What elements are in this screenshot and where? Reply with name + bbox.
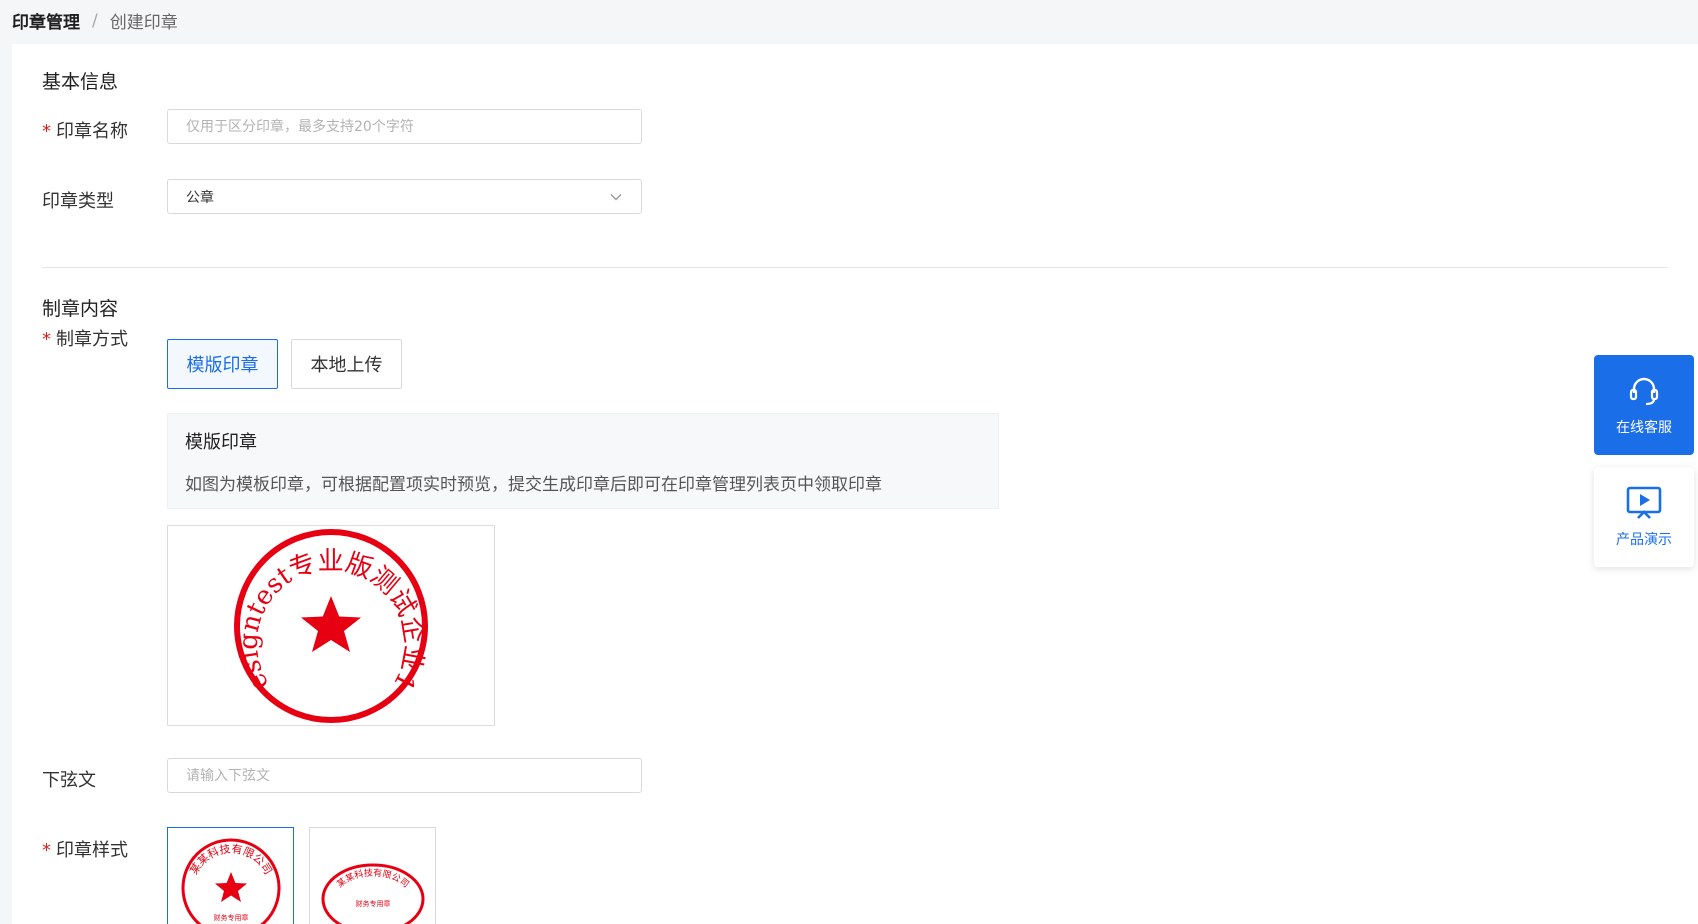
template-info-box: 模版印章 如图为模板印章，可根据配置项实时预览，提交生成印章后即可在印章管理列表…: [167, 413, 999, 509]
presentation-icon: [1626, 486, 1662, 519]
lower-text-label: 下弦文: [42, 770, 96, 791]
template-seal-button[interactable]: 模版印章: [167, 339, 278, 389]
required-mark: *: [42, 121, 51, 142]
round-seal-thumbnail: 某某科技有限公司 财务专用章: [181, 838, 280, 924]
product-demo-button[interactable]: 产品演示: [1594, 467, 1694, 567]
star-icon: [301, 595, 361, 652]
seal-style-round[interactable]: 某某科技有限公司 财务专用章: [167, 827, 294, 924]
headset-icon: [1629, 377, 1659, 406]
product-demo-label: 产品演示: [1616, 532, 1672, 548]
seal-type-value: 公章: [186, 189, 214, 206]
star-icon: [214, 872, 247, 902]
seal-preview: esigntest专业版测试企业1: [167, 525, 495, 726]
breadcrumb-seal-management[interactable]: 印章管理: [12, 8, 80, 33]
seal-style-label: * 印章样式: [42, 840, 128, 861]
form-card: 基本信息 *印章名称 印章类型 公章 制章内容 *制章方式 模版印章 本地上传 …: [12, 44, 1698, 924]
online-service-button[interactable]: 在线客服: [1594, 355, 1694, 455]
seal-name-input[interactable]: [167, 109, 642, 144]
breadcrumb-current: 创建印章: [109, 13, 178, 33]
required-mark: *: [42, 840, 51, 861]
seal-style-oval[interactable]: 某某科技有限公司 财务专用章: [309, 827, 436, 924]
svg-text:财务专用章: 财务专用章: [355, 899, 390, 908]
content-title: 制章内容: [42, 298, 119, 320]
oval-seal-thumbnail: 某某科技有限公司 财务专用章: [321, 863, 424, 924]
section-divider: [42, 267, 1668, 268]
seal-name-label: * 印章名称: [42, 121, 128, 142]
chevron-down-icon: [610, 193, 622, 200]
lower-text-input[interactable]: [167, 758, 642, 793]
svg-text:财务专用章: 财务专用章: [213, 913, 248, 922]
breadcrumb-separator: /: [92, 10, 98, 31]
required-mark: *: [42, 329, 51, 350]
seal-preview-image: esigntest专业版测试企业1: [234, 528, 429, 723]
online-service-label: 在线客服: [1616, 420, 1672, 436]
template-info-title: 模版印章: [185, 432, 257, 453]
breadcrumb: 印章管理 / 创建印章: [12, 8, 178, 34]
seal-type-label: 印章类型: [42, 191, 114, 212]
template-info-desc: 如图为模板印章，可根据配置项实时预览，提交生成印章后即可在印章管理列表页中领取印…: [185, 475, 882, 495]
seal-type-select[interactable]: 公章: [167, 179, 642, 214]
svg-text:某某科技有限公司: 某某科技有限公司: [187, 841, 274, 876]
local-upload-button[interactable]: 本地上传: [291, 339, 402, 389]
method-label: * 制章方式: [42, 329, 128, 350]
basic-info-title: 基本信息: [42, 71, 119, 93]
